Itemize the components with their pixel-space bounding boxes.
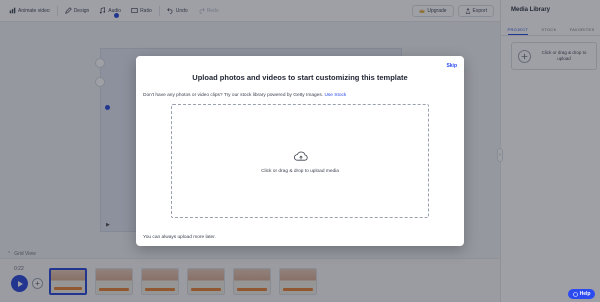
help-button[interactable]: Help	[568, 289, 595, 299]
skip-button[interactable]: Skip	[446, 63, 457, 69]
use-stock-link[interactable]: Use Stock	[324, 93, 346, 98]
modal-subtitle: Don't have any photos or video clips? Tr…	[143, 93, 346, 98]
upload-dropzone[interactable]: Click or drag & drop to upload media	[171, 104, 429, 218]
modal-title: Upload photos and videos to start custom…	[192, 73, 408, 82]
upload-modal: Skip Upload photos and videos to start c…	[136, 56, 464, 246]
dropzone-text: Click or drag & drop to upload media	[261, 169, 339, 174]
help-label: Help	[579, 291, 591, 297]
help-icon	[572, 291, 578, 297]
cloud-upload-icon	[294, 151, 308, 161]
modal-footer-text: You can always upload more later.	[143, 235, 216, 240]
modal-subtitle-text: Don't have any photos or video clips? Tr…	[143, 93, 324, 98]
